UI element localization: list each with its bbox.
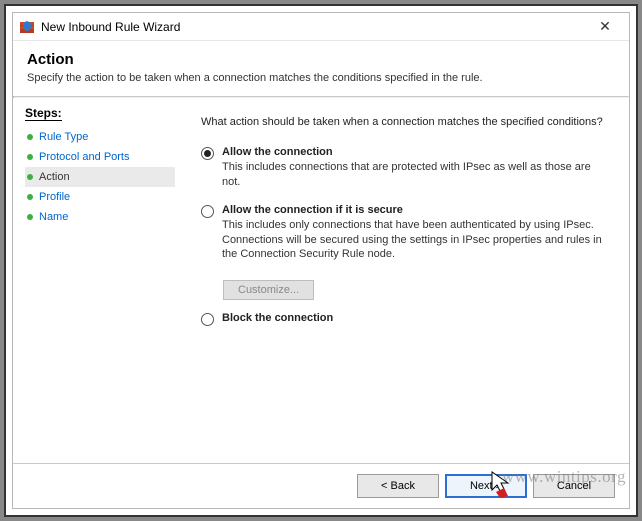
step-label: Name <box>39 211 68 223</box>
radio-block[interactable] <box>201 313 214 326</box>
step-label: Protocol and Ports <box>39 151 130 163</box>
close-button[interactable]: ✕ <box>585 14 625 40</box>
wizard-window: New Inbound Rule Wizard ✕ Action Specify… <box>12 12 630 509</box>
close-icon: ✕ <box>599 18 611 35</box>
step-bullet-icon <box>27 134 33 140</box>
step-name[interactable]: Name <box>25 207 183 227</box>
step-bullet-icon <box>27 214 33 220</box>
radio-allow[interactable] <box>201 147 214 160</box>
step-protocol-and-ports[interactable]: Protocol and Ports <box>25 147 183 167</box>
titlebar: New Inbound Rule Wizard ✕ <box>13 13 629 41</box>
wizard-footer: < Back Next > Cancel <box>13 463 629 508</box>
content-prompt: What action should be taken when a conne… <box>201 116 605 128</box>
wizard-body: Steps: Rule Type Protocol and Ports Acti… <box>13 98 629 463</box>
steps-title: Steps: <box>25 106 62 121</box>
option-block-connection[interactable]: Block the connection <box>201 312 605 326</box>
wizard-header: Action Specify the action to be taken wh… <box>13 41 629 96</box>
step-label: Action <box>39 171 70 183</box>
firewall-icon <box>19 19 35 35</box>
window-title: New Inbound Rule Wizard <box>41 20 585 34</box>
step-bullet-icon <box>27 174 33 180</box>
step-action[interactable]: Action <box>25 167 175 187</box>
option-title: Allow the connection <box>222 146 605 158</box>
option-text: Allow the connection This includes conne… <box>222 146 605 200</box>
step-profile[interactable]: Profile <box>25 187 183 207</box>
option-text: Allow the connection if it is secure Thi… <box>222 204 605 273</box>
option-allow-connection[interactable]: Allow the connection This includes conne… <box>201 146 605 200</box>
back-button[interactable]: < Back <box>357 474 439 498</box>
wizard-content: What action should be taken when a conne… <box>183 98 629 463</box>
steps-sidebar: Steps: Rule Type Protocol and Ports Acti… <box>13 98 183 463</box>
step-label: Rule Type <box>39 131 88 143</box>
step-bullet-icon <box>27 194 33 200</box>
step-label: Profile <box>39 191 70 203</box>
option-title: Allow the connection if it is secure <box>222 204 605 216</box>
option-allow-if-secure[interactable]: Allow the connection if it is secure Thi… <box>201 204 605 273</box>
step-rule-type[interactable]: Rule Type <box>25 127 183 147</box>
outer-frame: New Inbound Rule Wizard ✕ Action Specify… <box>4 4 638 517</box>
page-subtitle: Specify the action to be taken when a co… <box>27 72 615 84</box>
option-desc: This includes connections that are prote… <box>222 160 605 190</box>
cancel-button[interactable]: Cancel <box>533 474 615 498</box>
page-title: Action <box>27 51 615 68</box>
next-button[interactable]: Next > <box>445 474 527 498</box>
radio-allow-secure[interactable] <box>201 205 214 218</box>
step-bullet-icon <box>27 154 33 160</box>
customize-button: Customize... <box>223 280 314 300</box>
option-desc: This includes only connections that have… <box>222 218 605 263</box>
option-text: Block the connection <box>222 312 605 324</box>
option-title: Block the connection <box>222 312 605 324</box>
